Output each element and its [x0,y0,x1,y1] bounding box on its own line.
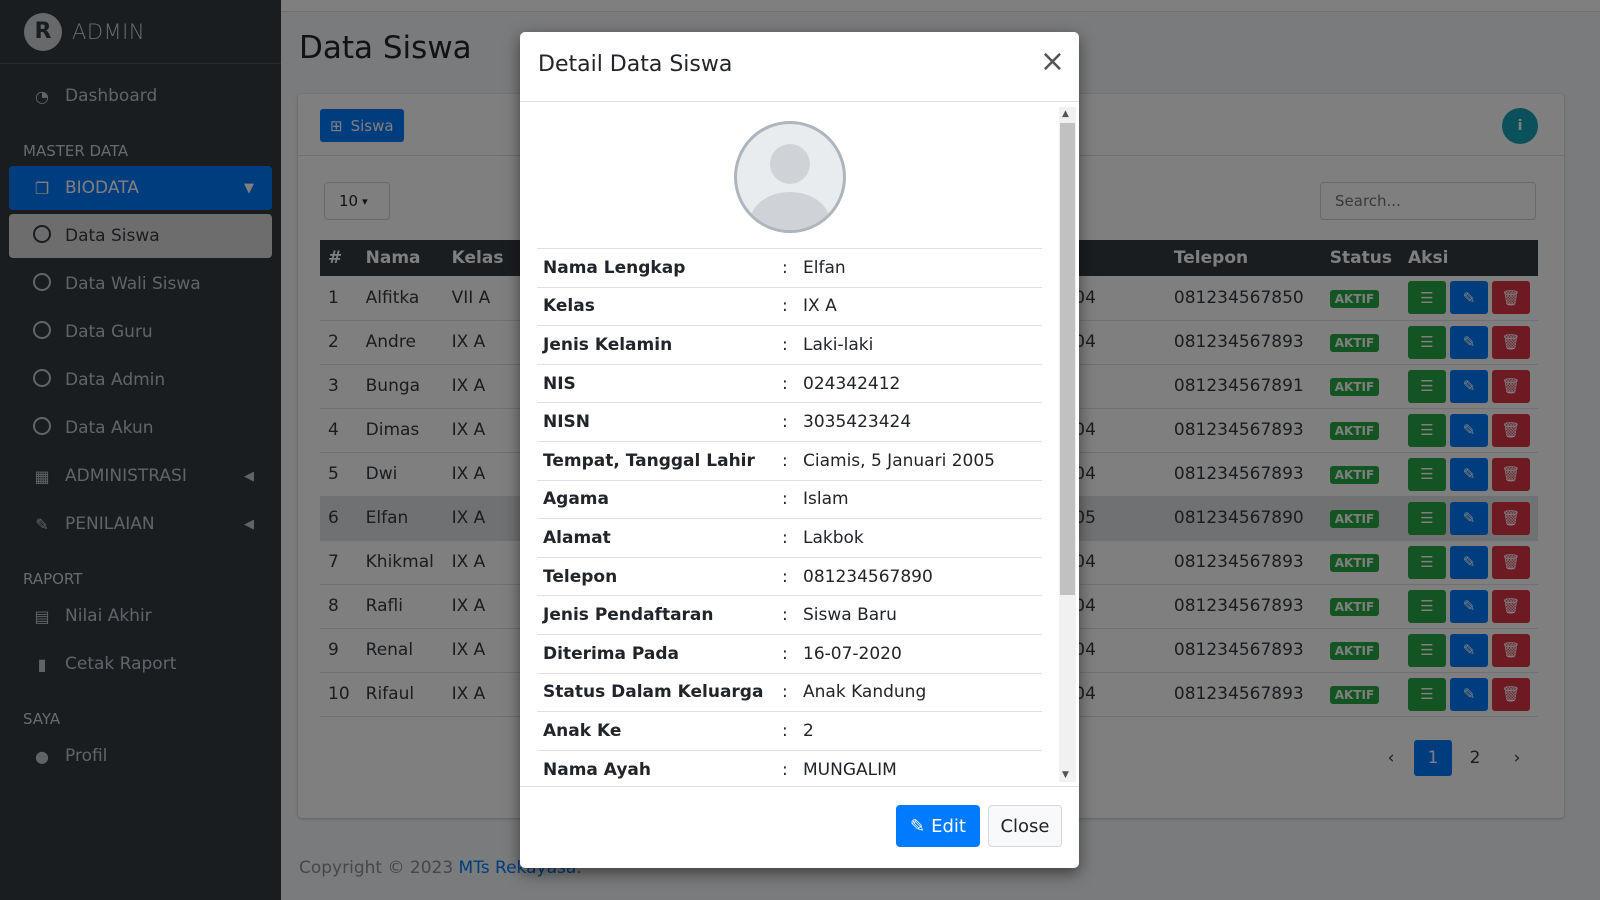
detail-separator: : [782,248,797,288]
detail-separator: : [782,749,797,786]
detail-separator: : [782,711,797,751]
detail-label: Diterima Pada [537,633,782,674]
detail-separator: : [782,286,797,326]
edit-button[interactable]: ✎ Edit [896,805,980,847]
detail-separator: : [782,479,797,519]
detail-separator: : [782,518,797,558]
detail-separator: : [782,440,797,481]
detail-label: Jenis Kelamin [537,325,782,365]
detail-table: Nama Lengkap: Elfan Kelas: IX A Jenis Kelami… [537,248,1042,786]
detail-row: Status Dalam Keluarga: Anak Kandung [537,672,1042,712]
scrollbar-thumb[interactable] [1060,123,1075,595]
detail-value: Islam [797,479,1042,519]
detail-label: Nama Ayah [537,749,782,786]
detail-value: 024342412 [797,363,1042,403]
detail-value: 16-07-2020 [797,633,1042,674]
detail-row: NIS:024342412 [537,363,1042,403]
detail-value: MUNGALIM [797,749,1042,786]
detail-row: Anak Ke:2 [537,711,1042,751]
user-avatar-icon [750,144,830,230]
scroll-down-icon[interactable]: ▼ [1062,770,1069,780]
detail-value: 3035423424 [797,402,1042,442]
detail-label: Tempat, Tanggal Lahir [537,440,782,481]
detail-row: Tempat, Tanggal Lahir: Ciamis, 5 Januari … [537,440,1042,481]
detail-value: 2 [797,711,1042,751]
detail-label: NISN [537,402,782,442]
detail-value: Siswa Baru [797,595,1042,635]
edit-button-label: Edit [931,815,966,837]
detail-row: Telepon:081234567890 [537,556,1042,596]
detail-separator: : [782,402,797,442]
detail-label: Status Dalam Keluarga [537,672,782,712]
detail-separator: : [782,595,797,635]
detail-separator: : [782,325,797,365]
detail-value: 081234567890 [797,556,1042,596]
avatar [734,121,846,233]
detail-value: IX A [797,286,1042,326]
edit-icon: ✎ [910,815,926,837]
detail-label: Alamat [537,518,782,558]
modal-scrollbar[interactable]: ▲ ▼ [1059,107,1076,782]
detail-value: Anak Kandung [797,672,1042,712]
detail-row: Nama Lengkap: Elfan [537,248,1042,288]
modal-header: Detail Data Siswa × [520,32,1079,102]
detail-row: Agama: Islam [537,479,1042,519]
detail-label: Nama Lengkap [537,248,782,288]
detail-value: Elfan [797,248,1042,288]
scroll-up-icon[interactable]: ▲ [1062,109,1069,119]
detail-row: Jenis Kelamin: Laki-laki [537,325,1042,365]
detail-modal: Detail Data Siswa × Nama Lengkap: Elfan Ke… [520,32,1079,868]
detail-row: Alamat: Lakbok [537,518,1042,558]
detail-row: Jenis Pendaftaran: Siswa Baru [537,595,1042,635]
detail-value: Lakbok [797,518,1042,558]
detail-label: Anak Ke [537,711,782,751]
detail-separator: : [782,363,797,403]
detail-value: Ciamis, 5 Januari 2005 [797,440,1042,481]
modal-title: Detail Data Siswa [538,52,733,77]
detail-value: Laki-laki [797,325,1042,365]
modal-footer: ✎ Edit Close [520,786,1079,868]
modal-body: Nama Lengkap: Elfan Kelas: IX A Jenis Kelami… [520,103,1079,786]
detail-row: NISN:3035423424 [537,402,1042,442]
detail-separator: : [782,672,797,712]
detail-label: Jenis Pendaftaran [537,595,782,635]
detail-label: Telepon [537,556,782,596]
detail-row: Nama Ayah: MUNGALIM [537,749,1042,786]
detail-label: Agama [537,479,782,519]
close-icon[interactable]: × [1040,44,1065,79]
detail-separator: : [782,556,797,596]
detail-separator: : [782,633,797,674]
detail-row: Diterima Pada:16-07-2020 [537,633,1042,674]
detail-label: NIS [537,363,782,403]
detail-row: Kelas: IX A [537,286,1042,326]
detail-label: Kelas [537,286,782,326]
close-button[interactable]: Close [988,805,1062,847]
